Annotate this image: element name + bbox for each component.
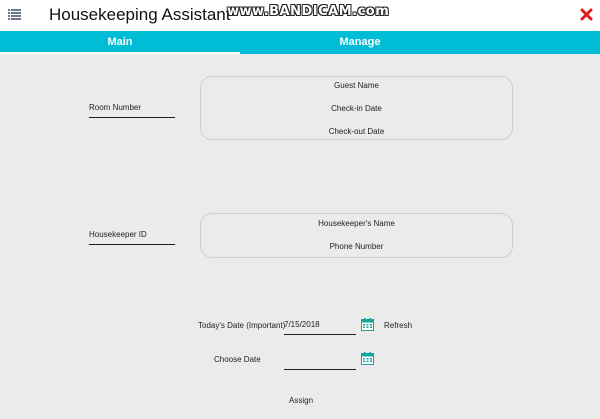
phone-number-label: Phone Number (329, 242, 384, 251)
tab-manage[interactable]: Manage (240, 31, 480, 54)
check-in-date-label: Check-in Date (331, 104, 382, 113)
housekeeper-name-label: Housekeeper's Name (318, 219, 395, 228)
menu-icon[interactable] (8, 9, 21, 20)
guest-info-panel: Guest Name Check-in Date Check-out Date (200, 76, 513, 140)
tab-main[interactable]: Main (0, 31, 240, 54)
calendar-icon[interactable] (361, 352, 374, 365)
app-title: Housekeeping Assistant (49, 5, 231, 24)
check-out-date-label: Check-out Date (328, 127, 385, 136)
todays-date-value: 7/15/2018 (284, 320, 320, 329)
calendar-icon[interactable] (361, 318, 374, 331)
room-number-field[interactable]: Room Number (89, 103, 175, 118)
housekeeper-info-panel: Housekeeper's Name Phone Number (200, 213, 513, 258)
todays-date-label: Today's Date (Important) (198, 321, 286, 330)
choose-date-field[interactable] (284, 355, 356, 370)
watermark: www.BANDICAM.com (227, 4, 390, 19)
active-tab-indicator (0, 52, 240, 54)
close-icon[interactable] (580, 8, 593, 21)
assign-button[interactable]: Assign (289, 396, 313, 405)
refresh-button[interactable]: Refresh (384, 321, 412, 330)
housekeeper-id-field[interactable]: Housekeeper ID (89, 230, 175, 245)
room-number-placeholder: Room Number (89, 103, 142, 112)
housekeeper-id-placeholder: Housekeeper ID (89, 230, 147, 239)
todays-date-field[interactable]: 7/15/2018 (284, 320, 356, 335)
title-bar: Housekeeping Assistant www.BANDICAM.com (0, 0, 600, 31)
tab-bar: Main Manage (0, 31, 600, 54)
choose-date-label: Choose Date (214, 355, 261, 364)
guest-name-label: Guest Name (334, 81, 379, 90)
